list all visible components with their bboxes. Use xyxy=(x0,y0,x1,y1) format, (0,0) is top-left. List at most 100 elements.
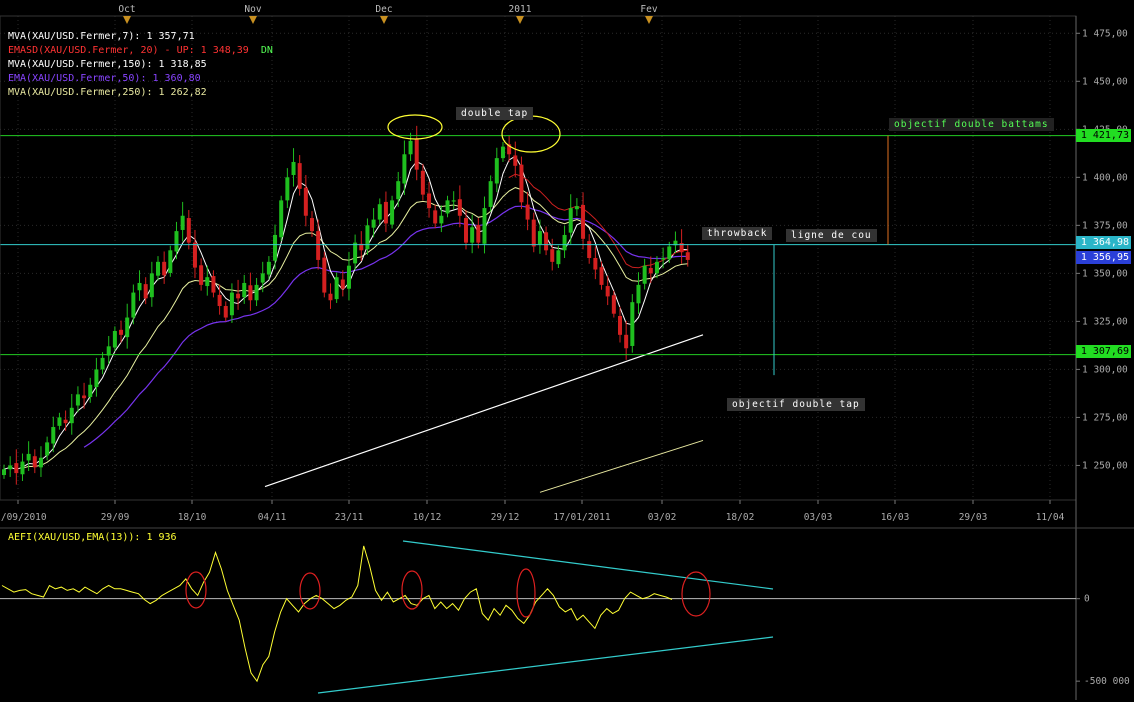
month-marker-arrow xyxy=(380,16,388,24)
y-tick-label: 1 250,00 xyxy=(1082,460,1128,471)
candle-body xyxy=(291,161,296,176)
x-tick-label: 03/02 xyxy=(648,512,677,523)
candle-body xyxy=(63,419,68,424)
candle-body xyxy=(69,407,74,424)
y-tick-label: 1 450,00 xyxy=(1082,76,1128,87)
candle-body xyxy=(537,231,542,245)
annotation-double-tap: double tap xyxy=(456,107,534,120)
candle-body xyxy=(377,204,382,220)
indicator-highlight-circle xyxy=(185,571,207,609)
indicator-line xyxy=(1,545,673,683)
candle-body xyxy=(519,164,524,203)
candle-body xyxy=(82,395,87,399)
candle-body xyxy=(223,306,228,318)
candle-body xyxy=(279,200,284,238)
candle-body xyxy=(168,250,173,273)
candle-body xyxy=(685,252,690,260)
axes: 1 475,001 450,001 425,001 400,001 375,00… xyxy=(0,4,1128,700)
y-tick-label: 1 325,00 xyxy=(1082,316,1128,327)
candle-body xyxy=(457,199,462,216)
candle-body xyxy=(636,284,641,304)
price-label-neckline: 1 364,98 xyxy=(1076,236,1131,249)
legend-mva250: MVA(XAU/USD.Fermer,250): 1 262,82 xyxy=(8,87,207,98)
x-tick-label: 18/02 xyxy=(726,512,755,523)
candle-body xyxy=(273,234,278,261)
y-tick-label: 1 275,00 xyxy=(1082,412,1128,423)
candle-body xyxy=(396,181,401,200)
price-label-top-line: 1 421,73 xyxy=(1076,129,1131,142)
candle-body xyxy=(581,204,586,239)
candle-body xyxy=(451,200,456,202)
candle-body xyxy=(593,258,598,270)
candle-body xyxy=(8,465,13,470)
price-label-bottom-line: 1 307,69 xyxy=(1076,345,1131,358)
indicator-panel: 0 -500 000 xyxy=(0,527,1134,694)
candle-body xyxy=(482,208,487,244)
candle-body xyxy=(618,316,622,335)
indicator-tick-label: -500 000 xyxy=(1084,676,1130,687)
x-tick-label: 29/03 xyxy=(959,512,988,523)
candle-body xyxy=(266,261,271,275)
annotation-overlay xyxy=(0,114,1076,376)
candle-body xyxy=(119,329,124,335)
candle-body xyxy=(334,277,339,300)
indicator-upper-trendline xyxy=(402,540,774,590)
mva250-line xyxy=(539,439,704,493)
candle-body xyxy=(100,357,105,370)
candle-body xyxy=(242,282,247,298)
month-marker-label: Fev xyxy=(640,4,657,15)
candle-body xyxy=(587,241,592,258)
candle-body xyxy=(562,234,567,251)
x-tick-label: 18/10 xyxy=(178,512,207,523)
candle-body xyxy=(531,219,536,247)
mva150-line xyxy=(264,334,704,488)
candle-body xyxy=(513,155,518,166)
candle-body xyxy=(112,330,117,348)
candle-body xyxy=(402,154,407,184)
candle-body xyxy=(229,292,234,316)
chart-canvas: 1 475,001 450,001 425,001 400,001 375,00… xyxy=(0,4,1134,700)
candle-body xyxy=(605,286,610,297)
month-marker-arrow xyxy=(249,16,257,24)
candle-body xyxy=(205,277,210,287)
month-marker-label: Oct xyxy=(118,4,135,15)
candle-body xyxy=(137,282,142,291)
candle-body xyxy=(51,427,56,444)
price-label-current: 1 356,95 xyxy=(1076,251,1131,264)
candle-body xyxy=(574,206,579,210)
x-tick-label: 23/11 xyxy=(335,512,364,523)
candle-body xyxy=(20,461,25,475)
candle-body xyxy=(500,146,505,159)
candle-body xyxy=(38,457,43,468)
candle-body xyxy=(322,257,327,293)
x-tick-label: 17/01/2011 xyxy=(553,512,610,523)
legend-ema50: EMA(XAU/USD.Fermer,50): 1 360,80 xyxy=(8,73,201,84)
indicator-highlight-circle xyxy=(516,568,536,618)
candle-body xyxy=(254,284,259,301)
candle-body xyxy=(340,279,345,289)
double-top-ellipse xyxy=(501,115,561,153)
candle-body xyxy=(464,218,468,243)
candle-body xyxy=(556,250,561,265)
candle-body xyxy=(88,384,93,398)
candle-body xyxy=(57,417,62,426)
candle-body xyxy=(211,276,216,293)
candle-body xyxy=(199,265,204,285)
candle-body xyxy=(236,293,241,299)
candle-body xyxy=(624,334,629,349)
candle-body xyxy=(654,261,659,274)
candle-body xyxy=(328,293,333,301)
candle-body xyxy=(32,456,37,468)
candle-body xyxy=(260,273,265,283)
candle-body xyxy=(346,265,351,289)
candle-body xyxy=(156,261,160,276)
month-marker-label: 2011 xyxy=(509,4,532,15)
y-tick-label: 1 300,00 xyxy=(1082,364,1128,375)
annotation-ligne-de-cou: ligne de cou xyxy=(786,229,877,242)
candle-body xyxy=(365,225,370,250)
candle-body xyxy=(371,219,376,228)
candle-body xyxy=(414,138,419,170)
candle-body xyxy=(494,158,499,184)
month-marker-arrow xyxy=(645,16,653,24)
x-tick-label: 29/12 xyxy=(491,512,520,523)
